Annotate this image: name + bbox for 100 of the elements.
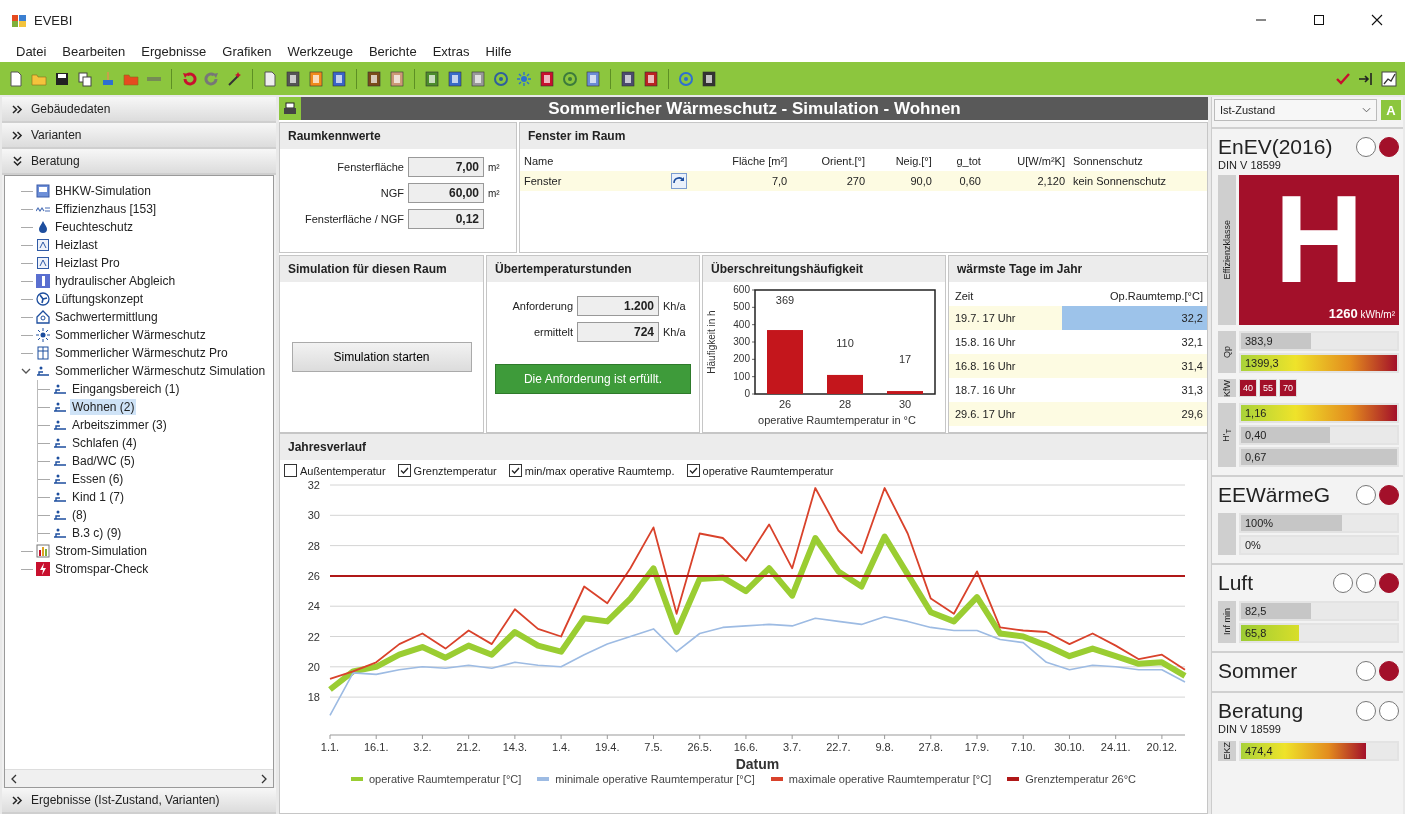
scroll-right-icon[interactable] bbox=[260, 773, 268, 784]
document-icon bbox=[36, 238, 50, 252]
device-icon[interactable] bbox=[701, 70, 717, 87]
undo-icon[interactable] bbox=[181, 70, 197, 87]
tree-item[interactable]: Sachwertermittlung bbox=[53, 309, 160, 325]
tree-item[interactable]: Heizlast Pro bbox=[53, 255, 122, 271]
rotate-icon[interactable] bbox=[671, 173, 687, 189]
tile-icon[interactable] bbox=[447, 70, 463, 87]
menu-item[interactable]: Datei bbox=[8, 43, 55, 59]
scroll-left-icon[interactable] bbox=[10, 773, 18, 784]
tree-item[interactable]: Wohnen (2) bbox=[70, 399, 137, 415]
sun-icon[interactable] bbox=[516, 70, 532, 87]
tree-item[interactable]: Kind 1 (7) bbox=[70, 489, 127, 505]
menu-item[interactable]: Bearbeiten bbox=[54, 43, 134, 59]
tile-icon[interactable] bbox=[424, 70, 440, 87]
tree-item[interactable]: Sommerlicher Wärmeschutz bbox=[53, 327, 208, 343]
menu-item[interactable]: Grafiken bbox=[214, 43, 280, 59]
paint-brush-icon[interactable] bbox=[100, 70, 116, 87]
tree-item[interactable]: BHKW-Simulation bbox=[53, 183, 153, 199]
start-simulation-button[interactable]: Simulation starten bbox=[291, 342, 472, 372]
checkbox[interactable] bbox=[508, 464, 522, 477]
tree-item[interactable]: Sommerlicher Wärmeschutz Pro bbox=[53, 345, 230, 361]
checkbox[interactable] bbox=[686, 464, 700, 477]
menu-item[interactable]: Ergebnisse bbox=[133, 43, 215, 59]
maximize-icon[interactable] bbox=[1313, 14, 1325, 26]
menu-item[interactable]: Werkzeuge bbox=[279, 43, 361, 59]
category-label: 26 bbox=[778, 398, 792, 410]
tree-item[interactable]: hydraulischer Abgleich bbox=[53, 273, 178, 289]
checkbox[interactable] bbox=[397, 464, 411, 477]
tree-item[interactable]: Lüftungskonzept bbox=[53, 291, 146, 307]
x-tick-label: 30.10. bbox=[1054, 741, 1085, 753]
chart-icon[interactable] bbox=[1381, 70, 1397, 87]
rating-unit: kWh/m² bbox=[1360, 309, 1395, 320]
section-subtitle: DIN V 18599 bbox=[1218, 159, 1282, 171]
bar-value: 1,16 bbox=[1244, 407, 1267, 419]
tree-item[interactable]: Essen (6) bbox=[70, 471, 126, 487]
tree-item[interactable]: Heizlast bbox=[53, 237, 100, 253]
variant-dropdown[interactable]: Ist-Zustand bbox=[1214, 99, 1377, 121]
floor-icon bbox=[36, 364, 50, 378]
accordion-header[interactable]: Beratung bbox=[2, 149, 276, 175]
tree-item[interactable]: Strom-Simulation bbox=[53, 543, 150, 559]
magic-wand-icon[interactable] bbox=[227, 70, 243, 87]
tree-item[interactable]: Schlafen (4) bbox=[70, 435, 139, 451]
panel-title: wärmste Tage im Jahr bbox=[949, 256, 1207, 282]
tree-item[interactable]: Stromspar-Check bbox=[53, 561, 151, 577]
tree-item[interactable]: Arbeitszimmer (3) bbox=[70, 417, 169, 433]
table-cell: 0,60 bbox=[935, 171, 985, 191]
tree-item[interactable]: (8) bbox=[70, 507, 89, 523]
efficiency-class: H bbox=[1274, 181, 1364, 297]
bar bbox=[827, 374, 863, 394]
arrow-to-bar-icon[interactable] bbox=[1358, 70, 1374, 87]
table-cell: 32,1 bbox=[1061, 330, 1207, 354]
chevron-icon[interactable] bbox=[21, 366, 31, 376]
accordion-header[interactable]: Gebäudedaten bbox=[2, 97, 276, 123]
value-field: 0,12 bbox=[408, 209, 484, 229]
print-icon[interactable] bbox=[279, 97, 301, 120]
menu-item[interactable]: Berichte bbox=[360, 43, 425, 59]
document-icon[interactable] bbox=[262, 70, 278, 87]
table-cell: 16.8. 16 Uhr bbox=[949, 354, 1062, 378]
tree-item[interactable]: Feuchteschutz bbox=[53, 219, 136, 235]
tree-item[interactable]: Eingangsbereich (1) bbox=[70, 381, 182, 397]
unit-label: Kh/a bbox=[663, 300, 687, 312]
menu-item[interactable]: Hilfe bbox=[477, 43, 520, 59]
tree-item[interactable]: B.3 c) (9) bbox=[70, 525, 124, 541]
bar-value: 65,8 bbox=[1244, 627, 1267, 639]
kfw-tag: 70 bbox=[1279, 379, 1298, 397]
table-cell: 31,4 bbox=[1061, 354, 1207, 378]
floor-icon bbox=[53, 382, 67, 396]
scrollbar[interactable] bbox=[5, 769, 273, 787]
value-field: 7,00 bbox=[408, 157, 484, 177]
panel-title: Überschreitungshäufigkeit bbox=[703, 256, 945, 282]
unit-label: m² bbox=[488, 187, 501, 199]
x-tick-label: 16.1. bbox=[363, 741, 389, 753]
group-label: Qp bbox=[1218, 331, 1236, 373]
category-label: 28 bbox=[838, 398, 852, 410]
panel-title: Fenster im Raum bbox=[520, 123, 1207, 149]
accordion-header[interactable]: Varianten bbox=[2, 123, 276, 149]
x-tick-label: 9.8. bbox=[875, 741, 894, 753]
table-cell: 90,0 bbox=[869, 171, 936, 191]
x-tick-label: 1.1. bbox=[320, 741, 340, 753]
double-chevron-icon bbox=[12, 795, 23, 805]
y-tick-label: 100 bbox=[733, 370, 751, 382]
bar bbox=[767, 330, 803, 394]
close-icon[interactable] bbox=[1371, 14, 1383, 26]
data-label: 369 bbox=[775, 294, 795, 306]
tree-item[interactable]: Sommerlicher Wärmeschutz Simulation bbox=[53, 363, 268, 379]
copy-icon[interactable] bbox=[77, 70, 93, 87]
bar-value: 474,4 bbox=[1244, 745, 1273, 757]
checkbox[interactable] bbox=[284, 464, 297, 477]
save-icon[interactable] bbox=[54, 70, 70, 87]
tree-item[interactable]: Effizienzhaus [153] bbox=[53, 201, 159, 217]
accordion-header[interactable]: Ergebnisse (Ist-Zustand, Varianten) bbox=[2, 788, 276, 814]
tree-item[interactable]: Bad/WC (5) bbox=[70, 453, 137, 469]
field-label: Fensterfläche bbox=[337, 161, 404, 173]
fan-icon[interactable] bbox=[493, 70, 509, 87]
menu-item[interactable]: Extras bbox=[424, 43, 478, 59]
section-title: Beratung bbox=[1218, 699, 1304, 723]
x-tick-label: 17.9. bbox=[964, 741, 990, 753]
new-document-icon[interactable] bbox=[8, 70, 24, 87]
table-cell: 18.7. 16 Uhr bbox=[949, 378, 1062, 402]
